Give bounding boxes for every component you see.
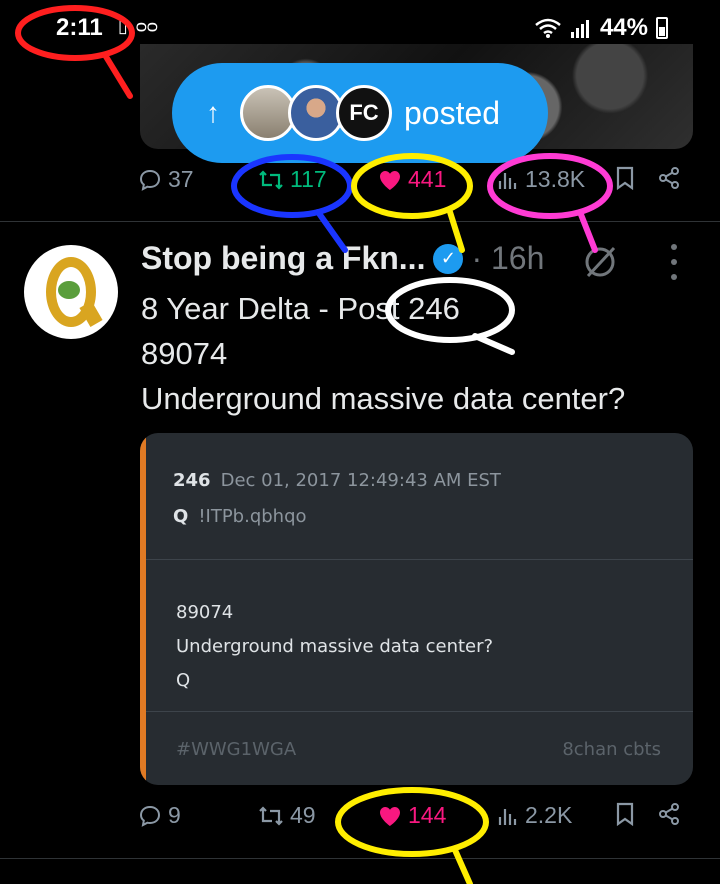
signal-icon xyxy=(570,20,589,38)
card-divider xyxy=(146,559,693,560)
frog-icon xyxy=(58,281,80,299)
card-accent xyxy=(140,433,146,785)
card-line: Q xyxy=(176,670,191,691)
tweet-line: 8 Year Delta - Post 246 xyxy=(141,291,460,326)
status-bar: 2:11 ▯ ᴑᴑ 44% xyxy=(0,0,720,50)
repost-button[interactable]: 117 xyxy=(258,166,327,193)
pill-label: posted xyxy=(404,94,501,131)
notification-icons: ▯ ᴑᴑ xyxy=(118,16,158,37)
author-name[interactable]: Stop being a Fkn... xyxy=(141,240,425,277)
verified-icon: ✓ xyxy=(433,243,464,274)
author-line: Stop being a Fkn... ✓ · 16h xyxy=(141,240,544,277)
like-button[interactable]: 441 xyxy=(378,166,446,193)
card-hashtag: #WWG1WGA xyxy=(176,739,297,760)
reply-button[interactable]: 37 xyxy=(138,166,194,193)
quote-card[interactable]: 246 Dec 01, 2017 12:49:43 AM EST Q !ITPb.q… xyxy=(140,433,693,785)
views-icon xyxy=(498,172,517,189)
share-icon xyxy=(659,167,679,189)
like-button[interactable]: 144 xyxy=(378,802,446,829)
reply-icon xyxy=(139,169,161,191)
share-button[interactable] xyxy=(657,802,681,826)
card-author: Q !ITPb.qbhqo xyxy=(173,506,307,527)
divider xyxy=(0,221,720,222)
bookmark-icon xyxy=(616,166,634,190)
new-posts-pill[interactable]: ↑ FC posted xyxy=(172,63,548,163)
voicemail-icon: ᴑᴑ xyxy=(135,16,158,36)
bookmark-button[interactable] xyxy=(615,802,635,826)
battery-icon xyxy=(656,17,668,39)
like-count: 441 xyxy=(408,166,447,192)
reply-button[interactable]: 9 xyxy=(138,802,181,829)
card-post-number: 246 xyxy=(173,470,211,491)
tweet-line: 89074 xyxy=(141,336,228,371)
annotation-tail-yellow-2 xyxy=(452,847,473,884)
card-date: Dec 01, 2017 12:49:43 AM EST xyxy=(220,470,501,491)
author-avatar[interactable] xyxy=(24,245,118,339)
views-icon xyxy=(498,808,517,825)
card-tripcode: !ITPb.qbhqo xyxy=(198,506,307,527)
arrow-up-icon: ↑ xyxy=(206,97,220,128)
top-post-actions: 37 117 441 13.8K xyxy=(0,166,720,206)
card-line: Underground massive data center? xyxy=(176,636,494,657)
views-count: 2.2K xyxy=(525,802,573,828)
card-source: 8chan cbts xyxy=(562,739,661,760)
grok-icon[interactable] xyxy=(582,244,618,280)
card-body: 89074 Underground massive data center? Q xyxy=(176,596,493,698)
bookmark-icon xyxy=(616,802,634,826)
heart-icon xyxy=(380,806,400,826)
card-author-name: Q xyxy=(173,506,189,527)
like-count: 144 xyxy=(408,802,447,828)
lock-icon: ▯ xyxy=(118,16,128,36)
tweet-line: Underground massive data center? xyxy=(141,381,626,416)
more-icon[interactable] xyxy=(664,244,684,280)
wifi-icon xyxy=(535,18,561,38)
reply-icon xyxy=(139,805,161,827)
status-right: 44% xyxy=(534,14,668,42)
share-button[interactable] xyxy=(657,166,681,190)
repost-icon xyxy=(259,805,283,826)
annotation-tail-red xyxy=(102,52,133,99)
views-count: 13.8K xyxy=(525,166,586,192)
tweet-actions: 9 49 144 2.2K xyxy=(0,802,720,842)
card-header: 246 Dec 01, 2017 12:49:43 AM EST xyxy=(173,470,501,491)
battery-percent: 44% xyxy=(599,14,648,41)
avatar: FC xyxy=(336,85,392,141)
reply-count: 37 xyxy=(168,166,194,192)
q-logo xyxy=(46,257,103,328)
divider xyxy=(0,858,720,859)
tweet-text: 8 Year Delta - Post 246 89074 Undergroun… xyxy=(141,286,701,421)
clock-time: 2:11 xyxy=(56,14,103,41)
card-line: 89074 xyxy=(176,602,234,623)
reply-count: 9 xyxy=(168,802,181,828)
repost-count: 49 xyxy=(290,802,316,828)
repost-icon xyxy=(259,169,283,190)
repost-count: 117 xyxy=(290,166,327,192)
views-button[interactable]: 2.2K xyxy=(497,802,572,829)
repost-button[interactable]: 49 xyxy=(258,802,316,829)
post-timestamp[interactable]: · 16h xyxy=(471,240,544,277)
share-icon xyxy=(659,803,679,825)
heart-icon xyxy=(380,170,400,190)
bookmark-button[interactable] xyxy=(615,166,635,190)
views-button[interactable]: 13.8K xyxy=(497,166,585,193)
card-divider xyxy=(146,711,693,712)
pill-avatars: FC xyxy=(240,85,392,141)
